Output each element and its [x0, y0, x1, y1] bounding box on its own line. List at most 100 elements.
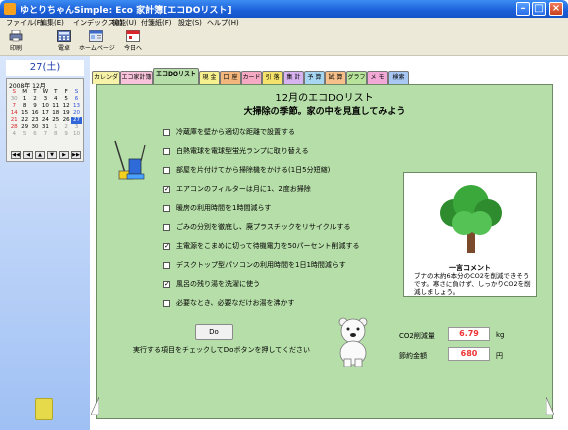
calendar-day[interactable]: 14 [9, 110, 19, 117]
checklist-item: 必要なとき、必要なだけお湯を沸かす [163, 297, 295, 309]
calendar-day[interactable]: 10 [71, 131, 81, 138]
calendar-day[interactable]: 31 [40, 124, 50, 131]
calendar-day[interactable]: 3 [40, 96, 50, 103]
calendar-day[interactable]: 27 [71, 117, 82, 124]
checklist-item: ✓ エアコンのフィルターは月に1、2度お掃除 [163, 183, 311, 195]
tab-calendar[interactable]: カレンダ [92, 71, 120, 84]
checklist-item: ✓ 主電源をこまめに切って待機電力を50パーセント削減する [163, 240, 360, 252]
calendar-next-button[interactable]: ▶ [59, 151, 69, 159]
saving-unit: 円 [496, 352, 503, 360]
calendar-day[interactable]: 2 [30, 96, 40, 103]
maximize-button[interactable]: □ [532, 2, 546, 16]
tab-eco-household[interactable]: エコ家計簿 [120, 71, 153, 84]
calendar-day[interactable]: 24 [40, 117, 50, 124]
calendar-day[interactable]: 1 [51, 124, 61, 131]
calendar-day[interactable]: 13 [71, 103, 81, 110]
checklist-checkbox[interactable] [163, 299, 170, 307]
tab-card[interactable]: カード [241, 71, 262, 84]
checklist-checkbox[interactable] [163, 166, 170, 174]
calendar-day[interactable]: 18 [51, 110, 61, 117]
calendar-day[interactable]: 10 [40, 103, 50, 110]
calendar-weekday: T [33, 89, 37, 95]
homepage-button[interactable]: ホームページ [79, 30, 115, 52]
calendar-last-button[interactable]: ▶▶ [71, 151, 81, 159]
calendar-day[interactable]: 9 [30, 103, 40, 110]
tab-account[interactable]: 口 座 [220, 71, 241, 84]
today-button[interactable]: 今日へ [120, 30, 146, 52]
checklist-checkbox[interactable] [163, 223, 170, 231]
close-button[interactable]: × [549, 2, 563, 16]
calendar-day[interactable]: 28 [9, 124, 19, 131]
tab-estimate[interactable]: 試 算 [325, 71, 346, 84]
calendar-day[interactable]: 20 [71, 110, 81, 117]
trash-icon[interactable] [35, 398, 53, 420]
calendar-day[interactable]: 26 [61, 117, 71, 124]
menu-edit[interactable]: 編集(E) [40, 18, 64, 29]
tab-graph[interactable]: グラフ [346, 71, 367, 84]
print-button[interactable]: 印刷 [5, 30, 27, 52]
calendar-first-button[interactable]: ◀◀ [11, 151, 21, 159]
calendar-day[interactable]: 1 [19, 96, 29, 103]
checklist-checkbox[interactable]: ✓ [163, 185, 170, 193]
menu-bar: ファイル(F) 編集(E) インデックス(I) 機能(U) 付箋紙(F) 設定(… [0, 18, 568, 29]
calendar-day[interactable]: 23 [30, 117, 40, 124]
tab-search[interactable]: 検索 [388, 71, 409, 84]
calendar-day[interactable]: 4 [9, 131, 19, 138]
calendar-day[interactable]: 4 [51, 96, 61, 103]
calculator-button[interactable]: 電卓 [53, 30, 75, 52]
calendar-week-row: 4 5 6 7 8 9 10 [9, 131, 82, 138]
calendar-day[interactable]: 6 [30, 131, 40, 138]
calendar-day[interactable]: 30 [30, 124, 40, 131]
calendar-day[interactable]: 7 [9, 103, 19, 110]
calendar-day[interactable]: 6 [71, 96, 81, 103]
calendar-day[interactable]: 9 [61, 131, 71, 138]
calendar-day[interactable]: 8 [19, 103, 29, 110]
calendar-down-button[interactable]: ▼ [47, 151, 57, 159]
calendar-day[interactable]: 5 [61, 96, 71, 103]
calendar-day[interactable]: 8 [51, 131, 61, 138]
calendar-day[interactable]: 19 [61, 110, 71, 117]
calendar-day[interactable]: 25 [51, 117, 61, 124]
page-turn-right-icon[interactable] [546, 397, 554, 415]
tab-summary[interactable]: 集 計 [283, 71, 304, 84]
minimize-button[interactable]: – [516, 2, 530, 16]
calendar-day[interactable]: 30 [9, 96, 19, 103]
homepage-icon [89, 30, 103, 42]
calendar-day[interactable]: 11 [51, 103, 61, 110]
calendar-prev-button[interactable]: ◀ [23, 151, 33, 159]
menu-sticky-notes[interactable]: 付箋紙(F) [141, 18, 172, 29]
calendar-day[interactable]: 17 [40, 110, 50, 117]
calendar-day[interactable]: 29 [19, 124, 29, 131]
menu-function[interactable]: 機能(U) [112, 18, 137, 29]
menu-help[interactable]: ヘルプ(H) [207, 18, 239, 29]
tab-cash[interactable]: 現 金 [199, 71, 220, 84]
checklist-item: 冷蔵庫を壁から適切な距離で設置する [163, 126, 295, 138]
tab-debit[interactable]: 引 落 [262, 71, 283, 84]
checklist-checkbox[interactable] [163, 128, 170, 136]
calendar-up-button[interactable]: ▲ [35, 151, 45, 159]
do-button[interactable]: Do [195, 324, 233, 340]
calendar-day[interactable]: 21 [9, 117, 19, 124]
calendar-day[interactable]: 16 [30, 110, 40, 117]
selected-date[interactable]: 27(土) [6, 60, 84, 76]
calendar-day[interactable]: 3 [71, 124, 81, 131]
calendar-day[interactable]: 12 [61, 103, 71, 110]
calendar-day[interactable]: 2 [61, 124, 71, 131]
calendar-day[interactable]: 5 [19, 131, 29, 138]
tab-budget[interactable]: 予 算 [304, 71, 325, 84]
calendar-day[interactable]: 7 [40, 131, 50, 138]
tab-eco-do-list[interactable]: エコDOリスト [153, 68, 199, 84]
menu-settings[interactable]: 設定(S) [178, 18, 202, 29]
app-icon [4, 3, 16, 15]
tab-memo[interactable]: メ モ [367, 71, 388, 84]
checklist-checkbox[interactable] [163, 261, 170, 269]
checklist-checkbox[interactable] [163, 204, 170, 212]
calendar-day[interactable]: 22 [19, 117, 29, 124]
eco-do-list-panel: 12月のエコDOリスト 大掃除の季節。家の中を見直してみよう 冷蔵庫を壁から適切… [91, 84, 554, 419]
checklist-checkbox[interactable]: ✓ [163, 242, 170, 250]
checklist-checkbox[interactable]: ✓ [163, 280, 170, 288]
page-turn-left-icon[interactable] [91, 397, 99, 415]
calendar-day[interactable]: 15 [19, 110, 29, 117]
checklist-checkbox[interactable] [163, 147, 170, 155]
menu-file[interactable]: ファイル(F) [6, 18, 44, 29]
